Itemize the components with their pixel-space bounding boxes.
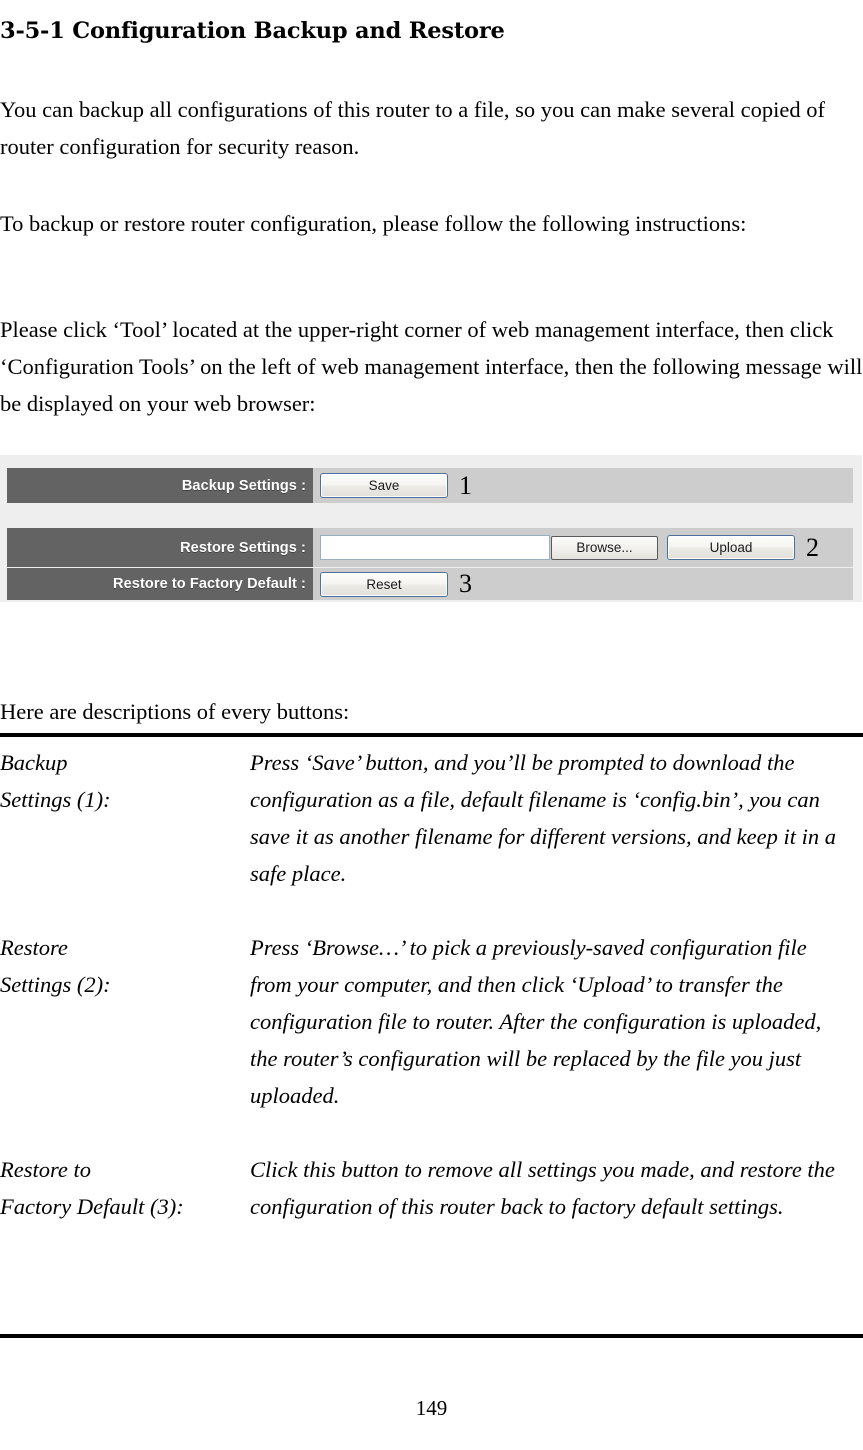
description-term: Restore Settings (2): (0, 935, 111, 997)
fields-restore-factory-default: Reset 3 (313, 568, 853, 600)
button-descriptions-table: Backup Settings (1): Press ‘Save’ button… (0, 733, 863, 1225)
description-term: Restore to Factory Default (3): (0, 1157, 184, 1219)
description-definition: Click this button to remove all settings… (250, 1157, 835, 1219)
callout-marker-1: 1 (459, 470, 472, 500)
callout-marker-3: 3 (459, 569, 472, 598)
description-row-backup-settings: Backup Settings (1): Press ‘Save’ button… (0, 737, 863, 892)
row-backup-settings: Backup Settings : Save 1 (7, 468, 853, 503)
table-bottom-rule (0, 1334, 863, 1338)
description-term: Backup Settings (1): (0, 750, 111, 812)
row-restore-factory-default: Restore to Factory Default : Reset 3 (7, 568, 853, 600)
row-restore-settings: Restore Settings : Browse... Upload 2 (7, 528, 853, 567)
paragraph-descriptions-lead: Here are descriptions of every buttons: (0, 698, 350, 724)
page-number: 149 (415, 1396, 448, 1420)
browse-button[interactable]: Browse... (551, 535, 658, 560)
label-restore-settings: Restore Settings : (7, 528, 313, 567)
restore-file-input[interactable] (320, 535, 550, 560)
paragraph-instructions-lead: To backup or restore router configuratio… (0, 210, 747, 236)
paragraph-navigation-steps: Please click ‘Tool’ located at the upper… (0, 316, 863, 416)
fields-backup-settings: Save 1 (313, 468, 853, 503)
description-row-restore-settings: Restore Settings (2): Press ‘Browse…’ to… (0, 929, 863, 1114)
fields-restore-settings: Browse... Upload 2 (313, 528, 853, 567)
page-title: 3-5-1 Configuration Backup and Restore (0, 18, 505, 45)
router-ui-screenshot: Backup Settings : Save 1 Restore Setting… (0, 455, 862, 602)
description-definition: Press ‘Browse…’ to pick a previously-sav… (250, 935, 822, 1108)
callout-marker-2: 2 (806, 532, 819, 562)
description-definition: Press ‘Save’ button, and you’ll be promp… (250, 750, 836, 886)
reset-button[interactable]: Reset (320, 571, 448, 597)
paragraph-intro: You can backup all configurations of thi… (0, 96, 825, 159)
label-restore-factory-default: Restore to Factory Default : (7, 568, 313, 600)
upload-button[interactable]: Upload (667, 535, 795, 560)
save-button[interactable]: Save (320, 473, 448, 498)
label-backup-settings: Backup Settings : (7, 468, 313, 503)
description-row-factory-default: Restore to Factory Default (3): Click th… (0, 1151, 863, 1225)
document-page: 3-5-1 Configuration Backup and Restore Y… (0, 0, 863, 1450)
